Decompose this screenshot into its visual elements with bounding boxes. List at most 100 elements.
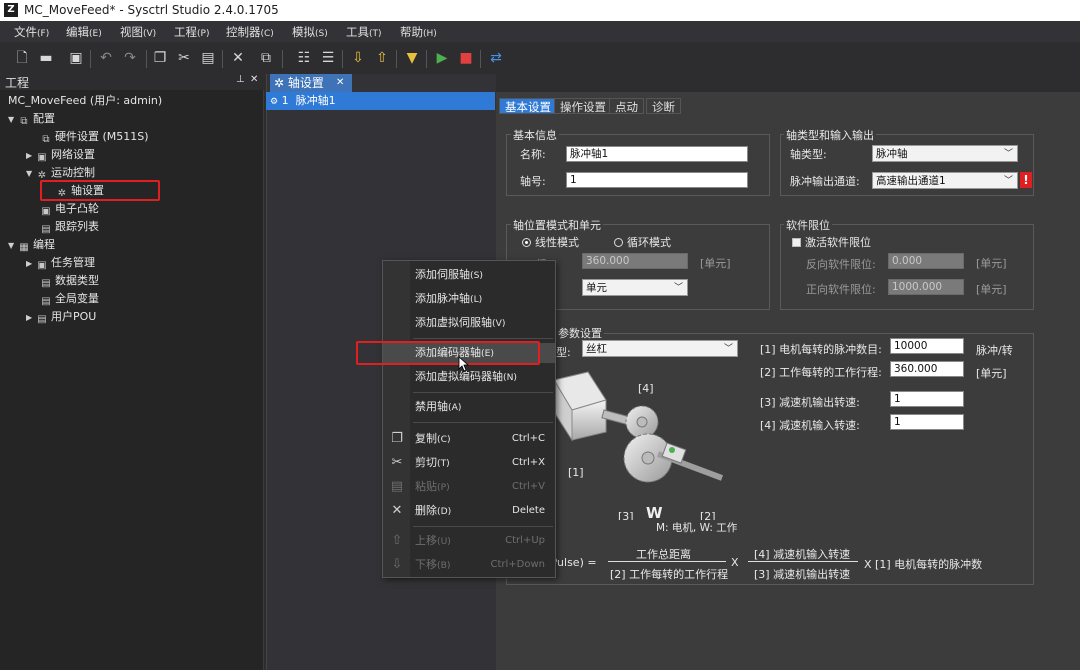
- collapsed-arrow-icon[interactable]: ▶: [26, 309, 36, 327]
- cam-icon: ▣: [41, 206, 51, 217]
- tab-diagnose[interactable]: 诊断: [646, 98, 681, 114]
- tree-item-config[interactable]: ▼ ⧉ 配置: [8, 110, 55, 128]
- compile-icon[interactable]: ⧉: [258, 50, 274, 66]
- collapsed-arrow-icon[interactable]: ▶: [26, 255, 36, 273]
- tab-basic[interactable]: 基本设置: [499, 98, 557, 114]
- diagram-label-3: [3]: [618, 510, 634, 520]
- chevron-down-icon: ﹀: [673, 283, 683, 293]
- cycle-input[interactable]: 360.000: [582, 253, 688, 269]
- paste-icon[interactable]: ▤: [200, 50, 216, 66]
- menu-disable-axis[interactable]: 禁用轴(A): [383, 397, 555, 417]
- tree-item-tasks[interactable]: ▶ ▣ 任务管理: [26, 254, 95, 272]
- paste-icon: ▤: [390, 479, 404, 494]
- menu-add-servo-axis[interactable]: 添加伺服轴(S): [383, 265, 555, 285]
- menu-delete[interactable]: ✕ 删除(D) Delete: [383, 501, 555, 521]
- param-type-select[interactable]: 丝杠 ﹀: [582, 340, 738, 357]
- menu-add-pulse-axis[interactable]: 添加脉冲轴(L): [383, 289, 555, 309]
- delete-icon[interactable]: ✕: [230, 50, 246, 66]
- menu-view[interactable]: 视图(V): [120, 24, 156, 40]
- formula-den1: [2] 工作每转的工作行程: [610, 568, 729, 581]
- diagram-label-1: [1]: [568, 466, 584, 479]
- p4-input[interactable]: 1: [890, 414, 964, 430]
- name-input[interactable]: 脉冲轴1: [566, 146, 748, 162]
- tree-item-datatypes[interactable]: ▤ 数据类型: [40, 272, 99, 290]
- tree-item-globals[interactable]: ▤ 全局变量: [40, 290, 99, 308]
- menu-file[interactable]: 文件(F): [14, 24, 49, 40]
- axis-type-select[interactable]: 脉冲轴 ﹀: [872, 145, 1018, 162]
- menu-cut[interactable]: ✂ 剪切(T) Ctrl+X: [383, 453, 555, 473]
- menu-controller[interactable]: 控制器(C): [226, 24, 274, 40]
- menu-tools[interactable]: 工具(T): [346, 24, 382, 40]
- redo-icon[interactable]: ↷: [122, 50, 138, 66]
- app-logo-icon: Z: [4, 3, 18, 17]
- tree-item-network[interactable]: ▶ ▣ 网络设置: [26, 146, 95, 164]
- linear-mode-radio[interactable]: 线性模式: [522, 234, 579, 250]
- gear-icon: ✲: [274, 76, 285, 90]
- toolbar-separator: [222, 50, 223, 68]
- copy-icon: ❐: [391, 431, 403, 446]
- save-icon[interactable]: ▣: [68, 50, 84, 66]
- menu-add-virtual-servo-axis[interactable]: 添加虚拟伺服轴(V): [383, 313, 555, 333]
- p2-unit: [单元]: [976, 367, 1007, 380]
- menu-project[interactable]: 工程(P): [174, 24, 209, 40]
- close-icon[interactable]: ✕: [250, 74, 258, 85]
- p3-input[interactable]: 1: [890, 391, 964, 407]
- monitor-icon[interactable]: ▼: [404, 50, 420, 66]
- forward-limit-input[interactable]: 1000.000: [888, 279, 964, 295]
- menu-move-up[interactable]: ⇧ 上移(U) Ctrl+Up: [383, 531, 555, 551]
- collapsed-arrow-icon[interactable]: ▶: [26, 147, 36, 165]
- stop-icon[interactable]: ■: [458, 50, 474, 66]
- tab-operation[interactable]: 操作设置: [554, 98, 612, 114]
- cyclic-mode-radio[interactable]: 循环模式: [614, 234, 671, 250]
- menu-edit[interactable]: 编辑(E): [66, 24, 102, 40]
- upload-icon[interactable]: ⇧: [374, 50, 390, 66]
- tree-item-hardware[interactable]: ⧉ 硬件设置 (M511S): [40, 128, 148, 146]
- close-tab-icon[interactable]: ✕: [336, 74, 344, 92]
- expanded-arrow-icon[interactable]: ▼: [8, 237, 18, 255]
- pou-icon: ▤: [37, 314, 47, 325]
- tree-root[interactable]: MC_MoveFeed (用户: admin): [8, 92, 162, 110]
- menu-copy[interactable]: ❐ 复制(C) Ctrl+C: [383, 429, 555, 449]
- axis-no-input[interactable]: 1: [566, 172, 748, 188]
- axis-list-item[interactable]: ⚙ 1 脉冲轴1: [266, 92, 495, 110]
- expanded-arrow-icon[interactable]: ▼: [8, 111, 18, 129]
- cut-icon[interactable]: ✂: [176, 50, 192, 66]
- tree-item-trace[interactable]: ▤ 跟踪列表: [40, 218, 99, 236]
- reverse-limit-input[interactable]: 0.000: [888, 253, 964, 269]
- p1-input[interactable]: 10000: [890, 338, 964, 354]
- p3-label: [3] 减速机输出转速:: [760, 396, 860, 409]
- arrow-up-icon: ⇧: [391, 533, 403, 548]
- context-menu: 添加伺服轴(S) 添加脉冲轴(L) 添加虚拟伺服轴(V) 添加编码器轴(E) 添…: [382, 260, 556, 578]
- reverse-limit-unit: [单元]: [976, 257, 1007, 270]
- copy-icon[interactable]: ❐: [152, 50, 168, 66]
- rebuild-icon[interactable]: ☰: [320, 50, 336, 66]
- open-folder-icon[interactable]: ▬: [38, 50, 54, 66]
- axis-type-title: 轴类型和输入输出: [784, 127, 876, 143]
- tree-item-pou[interactable]: ▶ ▤ 用户POU: [26, 308, 96, 326]
- unit-select[interactable]: 单元 ﹀: [582, 279, 688, 296]
- warning-icon[interactable]: !: [1020, 172, 1032, 188]
- pin-icon[interactable]: ⊥: [236, 74, 245, 85]
- trace-icon: ▤: [41, 224, 51, 235]
- build-icon[interactable]: ☷: [296, 50, 312, 66]
- soft-limit-checkbox[interactable]: 激活软件限位: [792, 234, 871, 250]
- tree-item-ecam[interactable]: ▣ 电子凸轮: [40, 200, 99, 218]
- menu-help[interactable]: 帮助(H): [400, 24, 437, 40]
- toolbar-separator: [396, 50, 397, 68]
- p2-input[interactable]: 360.000: [890, 361, 964, 377]
- tab-axis-settings[interactable]: ✲ 轴设置 ✕: [270, 74, 352, 92]
- run-icon[interactable]: ▶: [434, 50, 450, 66]
- tree-item-programming[interactable]: ▼ ▦ 编程: [8, 236, 55, 254]
- menu-move-down[interactable]: ⇩ 下移(B) Ctrl+Down: [383, 555, 555, 575]
- param-title: 参数设置: [556, 325, 604, 341]
- download-icon[interactable]: ⇩: [350, 50, 366, 66]
- menu-simulate[interactable]: 模拟(S): [292, 24, 328, 40]
- sync-icon[interactable]: ⇄: [488, 50, 504, 66]
- channel-select[interactable]: 高速输出通道1 ﹀: [872, 172, 1018, 189]
- datatype-icon: ▤: [41, 278, 51, 289]
- new-file-icon[interactable]: 🗋: [14, 50, 30, 66]
- undo-icon[interactable]: ↶: [98, 50, 114, 66]
- tab-jog[interactable]: 点动: [609, 98, 644, 114]
- expanded-arrow-icon[interactable]: ▼: [26, 165, 36, 183]
- menu-paste[interactable]: ▤ 粘贴(P) Ctrl+V: [383, 477, 555, 497]
